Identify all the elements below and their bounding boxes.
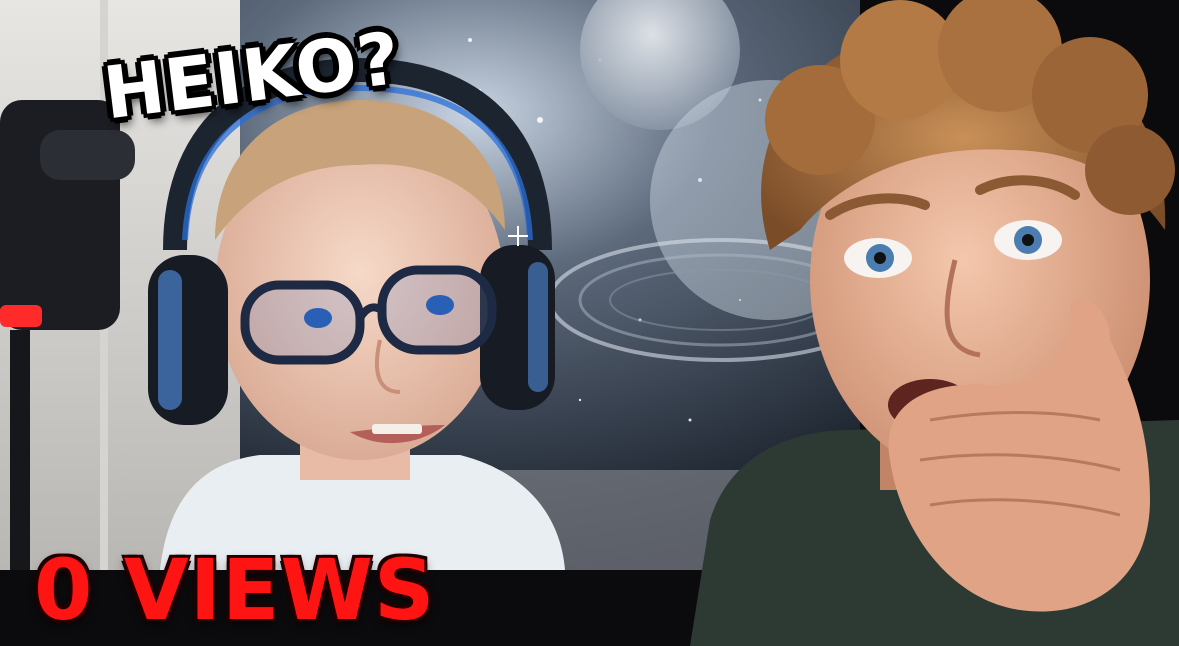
caption-bottom: 0 VIEWS (34, 541, 436, 639)
thumbnail: HEIKO? 0 VIEWS (0, 0, 1179, 646)
kid-with-headset (148, 57, 565, 570)
